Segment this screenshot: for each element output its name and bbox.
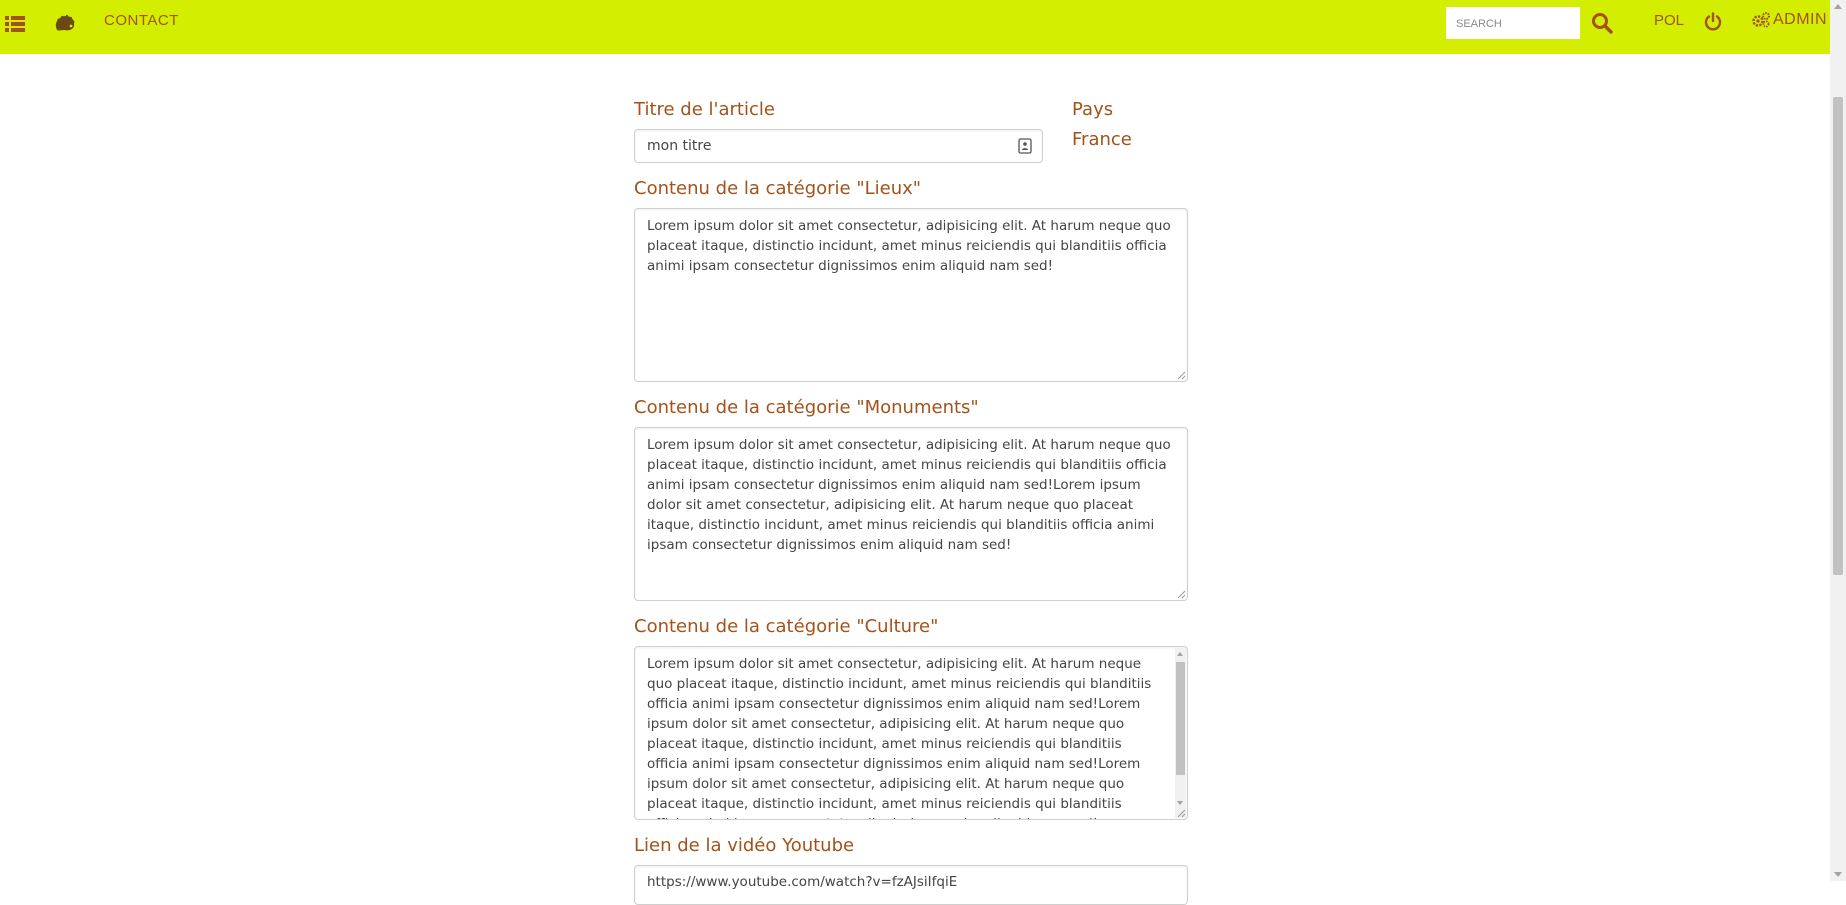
list-icon[interactable]	[5, 15, 25, 33]
monuments-label: Contenu de la catégorie "Monuments"	[634, 397, 979, 418]
resize-grip-icon[interactable]	[1177, 590, 1186, 599]
power-icon[interactable]	[1703, 12, 1723, 32]
nav-contact-link[interactable]: Contact	[104, 12, 179, 29]
youtube-link-value: https://www.youtube.com/watch?v=fzAJsiIf…	[647, 874, 958, 890]
youtube-label: Lien de la vidéo Youtube	[634, 835, 855, 856]
scroll-up-arrow-icon[interactable]	[1834, 4, 1842, 9]
article-title-value: mon titre	[647, 138, 712, 154]
language-switcher[interactable]: POL	[1654, 12, 1684, 29]
monuments-text: Lorem ipsum dolor sit amet consectetur, …	[647, 437, 1171, 553]
lieux-label: Contenu de la catégorie "Lieux"	[634, 178, 922, 199]
top-navbar: Contact POL ADMIN	[0, 0, 1830, 54]
gears-icon	[1752, 12, 1770, 28]
admin-label: ADMIN	[1773, 11, 1828, 28]
contact-card-icon[interactable]	[1018, 138, 1032, 154]
textarea-scroll-up-icon[interactable]	[1177, 652, 1183, 656]
country-value: France	[1072, 129, 1132, 150]
monuments-textarea[interactable]: Lorem ipsum dolor sit amet consectetur, …	[634, 427, 1188, 601]
admin-link[interactable]: ADMIN	[1751, 11, 1827, 29]
textarea-scroll-down-icon[interactable]	[1177, 801, 1183, 805]
resize-grip-icon[interactable]	[1177, 371, 1186, 380]
scrollbar-thumb[interactable]	[1833, 97, 1843, 575]
article-title-input[interactable]: mon titre	[634, 129, 1043, 163]
culture-label: Contenu de la catégorie "Culture"	[634, 616, 939, 637]
culture-text: Lorem ipsum dolor sit amet consectetur, …	[647, 656, 1152, 819]
hedgehog-icon[interactable]	[53, 13, 77, 33]
culture-textarea-scrollbar[interactable]	[1175, 648, 1186, 818]
lieux-text: Lorem ipsum dolor sit amet consectetur, …	[647, 218, 1171, 274]
culture-textarea[interactable]: Lorem ipsum dolor sit amet consectetur, …	[634, 646, 1188, 820]
scroll-down-arrow-icon[interactable]	[1834, 872, 1842, 877]
textarea-scrollbar-thumb[interactable]	[1176, 662, 1185, 775]
lieux-textarea[interactable]: Lorem ipsum dolor sit amet consectetur, …	[634, 208, 1188, 382]
youtube-link-input[interactable]: https://www.youtube.com/watch?v=fzAJsiIf…	[634, 865, 1188, 905]
search-icon[interactable]	[1591, 12, 1613, 34]
resize-grip-icon[interactable]	[1177, 809, 1186, 818]
page-scrollbar[interactable]	[1830, 0, 1846, 881]
search-input[interactable]	[1446, 7, 1580, 39]
article-title-label: Titre de l'article	[634, 99, 775, 120]
country-label: Pays	[1072, 99, 1114, 120]
